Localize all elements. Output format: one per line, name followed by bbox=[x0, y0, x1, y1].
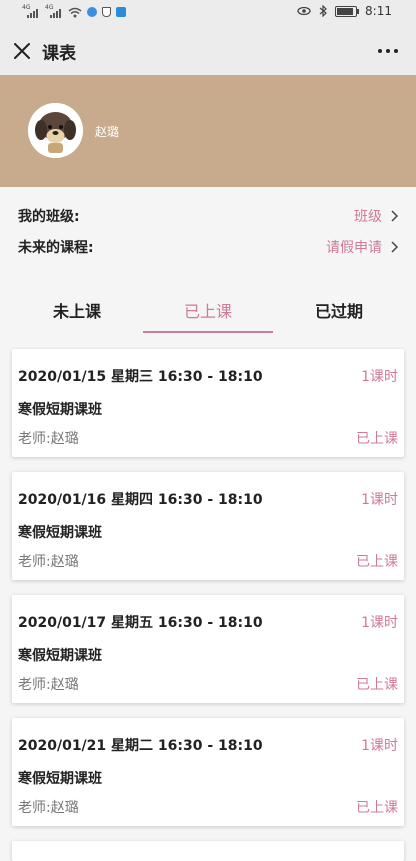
shield-icon bbox=[102, 7, 111, 17]
title-bar: 课表 bbox=[0, 27, 416, 75]
course-hours: 1课时 bbox=[361, 492, 398, 508]
course-hours: 1课时 bbox=[361, 615, 398, 631]
active-tab-indicator bbox=[143, 331, 273, 333]
app-icon bbox=[116, 7, 126, 17]
chevron-right-icon bbox=[391, 241, 398, 253]
course-teacher: 老师:赵璐 bbox=[18, 554, 79, 570]
signal-icon: 4G bbox=[22, 4, 40, 18]
course-card[interactable]: 2020/01/16 星期四 16:30 - 18:10 1课时 寒假短期课班 … bbox=[12, 472, 404, 580]
course-teacher: 老师:赵璐 bbox=[18, 431, 79, 447]
profile-name: 赵璐 bbox=[95, 125, 120, 139]
course-hours: 1课时 bbox=[361, 738, 398, 754]
course-card[interactable]: 2020/01/15 星期三 16:30 - 18:10 1课时 寒假短期课班 … bbox=[12, 349, 404, 457]
course-time: 2020/01/16 星期四 16:30 - 18:10 bbox=[18, 492, 263, 508]
my-class-label: 我的班级: bbox=[18, 209, 80, 225]
chevron-right-icon bbox=[391, 210, 398, 222]
status-time: 8:11 bbox=[365, 4, 392, 18]
avatar[interactable] bbox=[28, 103, 83, 158]
profile-banner: 赵璐 bbox=[0, 75, 416, 187]
my-class-row[interactable]: 我的班级: 班级 bbox=[0, 200, 416, 230]
close-icon[interactable] bbox=[12, 41, 32, 61]
app-notification-icon bbox=[87, 7, 97, 17]
course-card[interactable]: 2020/01/17 星期五 16:30 - 18:10 1课时 寒假短期课班 … bbox=[12, 595, 404, 703]
signal-icon-2: 4G bbox=[45, 4, 63, 18]
course-name: 寒假短期课班 bbox=[18, 648, 102, 664]
course-name: 寒假短期课班 bbox=[18, 402, 102, 418]
future-courses-row[interactable]: 未来的课程: 请假申请 bbox=[0, 231, 416, 261]
course-teacher: 老师:赵璐 bbox=[18, 800, 79, 816]
page-title: 课表 bbox=[42, 44, 76, 64]
status-icons-right: 8:11 bbox=[297, 4, 392, 18]
battery-icon bbox=[335, 5, 360, 17]
course-status: 已上课 bbox=[356, 431, 398, 447]
course-card-partial[interactable] bbox=[12, 841, 404, 861]
course-teacher: 老师:赵璐 bbox=[18, 677, 79, 693]
my-class-link[interactable]: 班级 bbox=[354, 206, 382, 226]
course-name: 寒假短期课班 bbox=[18, 525, 102, 541]
course-status: 已上课 bbox=[356, 554, 398, 570]
course-name: 寒假短期课班 bbox=[18, 771, 102, 787]
tab-expired[interactable]: 已过期 bbox=[274, 298, 404, 322]
eye-icon bbox=[297, 6, 311, 16]
future-courses-label: 未来的课程: bbox=[18, 240, 94, 256]
bluetooth-icon bbox=[319, 5, 327, 17]
course-time: 2020/01/17 星期五 16:30 - 18:10 bbox=[18, 615, 263, 631]
status-icons-left: 4G 4G bbox=[22, 4, 126, 18]
tab-upcoming[interactable]: 未上课 bbox=[12, 298, 142, 322]
info-section: 我的班级: 班级 未来的课程: 请假申请 bbox=[0, 187, 416, 277]
course-status: 已上课 bbox=[356, 800, 398, 816]
tab-attended[interactable]: 已上课 bbox=[143, 298, 273, 322]
dog-avatar-icon bbox=[28, 103, 83, 158]
status-bar: 4G 4G 8:11 bbox=[0, 0, 416, 27]
course-time: 2020/01/21 星期二 16:30 - 18:10 bbox=[18, 738, 263, 754]
wifi-icon bbox=[68, 7, 82, 17]
course-time: 2020/01/15 星期三 16:30 - 18:10 bbox=[18, 369, 263, 385]
course-hours: 1课时 bbox=[361, 369, 398, 385]
course-status: 已上课 bbox=[356, 677, 398, 693]
leave-request-link[interactable]: 请假申请 bbox=[326, 237, 382, 257]
course-tabs: 未上课 已上课 已过期 bbox=[0, 287, 416, 333]
course-card[interactable]: 2020/01/21 星期二 16:30 - 18:10 1课时 寒假短期课班 … bbox=[12, 718, 404, 826]
more-icon[interactable] bbox=[376, 41, 400, 61]
